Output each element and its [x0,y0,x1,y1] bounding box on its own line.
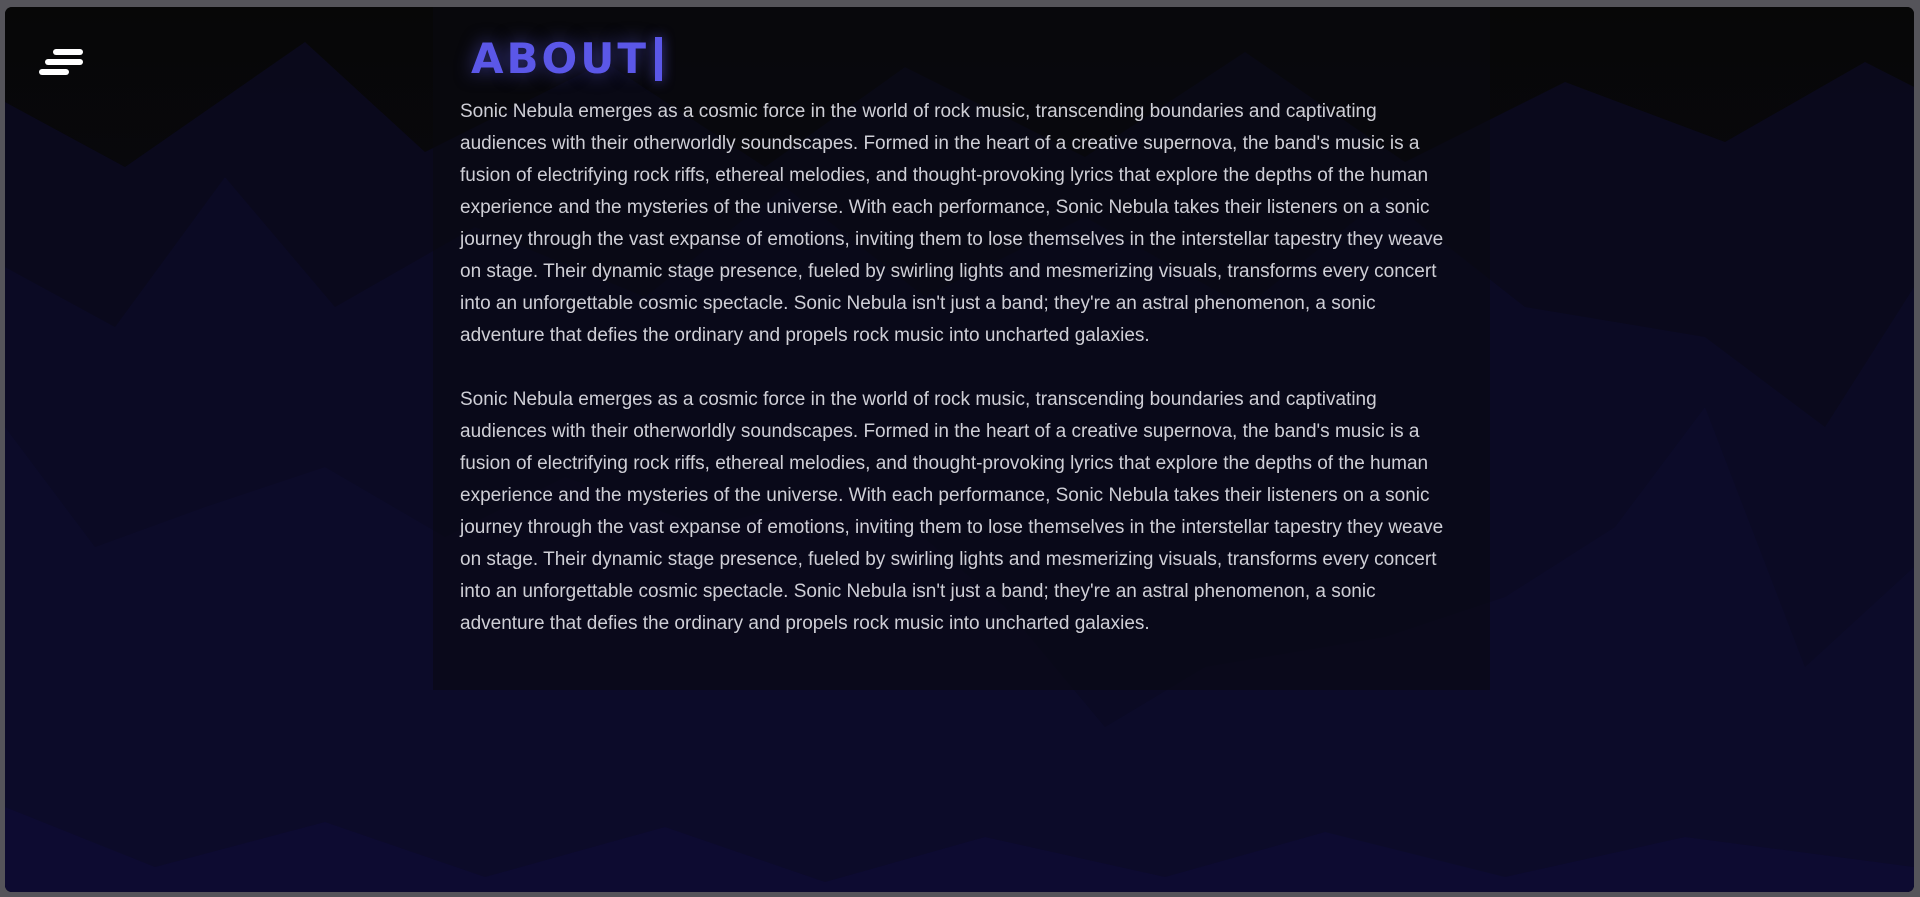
about-heading: ABOUT [471,31,662,87]
about-paragraph: Sonic Nebula emerges as a cosmic force i… [460,389,1444,634]
typing-cursor [654,37,662,81]
menu-button[interactable] [39,47,85,79]
page-frame: ABOUT Sonic Nebula emerges as a cosmic f… [5,7,1914,892]
menu-icon-bar [39,69,69,75]
about-paragraph: Sonic Nebula emerges as a cosmic force i… [460,101,1444,346]
menu-icon-bar [45,59,83,65]
page-title: ABOUT [471,34,649,83]
menu-icon [53,49,83,55]
